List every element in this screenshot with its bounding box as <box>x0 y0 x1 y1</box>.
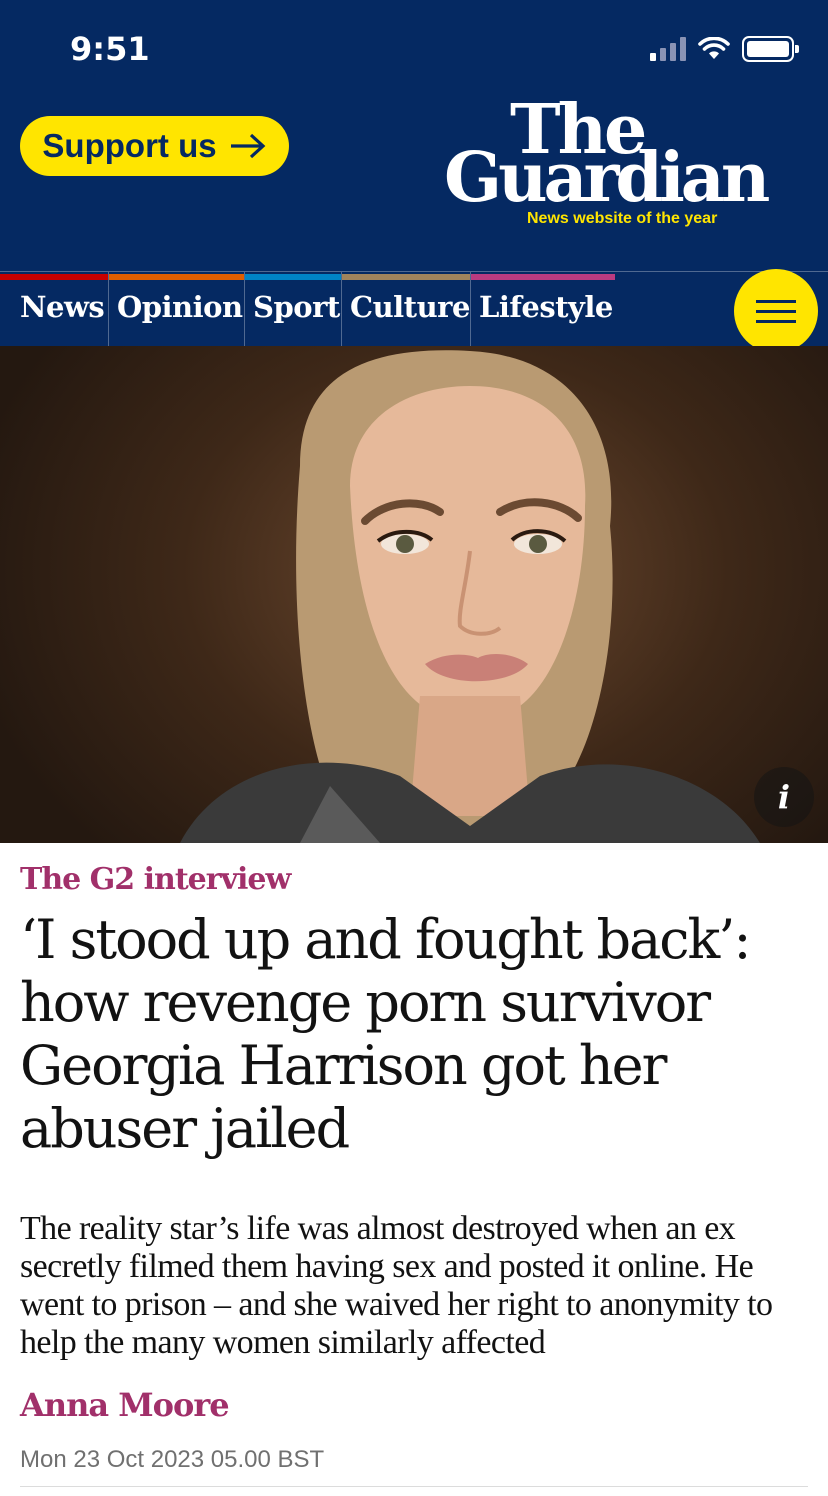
support-us-button[interactable]: Support us <box>20 116 289 176</box>
logo-guardian: Guardian <box>444 138 770 218</box>
guardian-logo[interactable]: The Guardian News website of the year <box>440 96 790 236</box>
publish-date: Mon 23 Oct 2023 05.00 BST <box>20 1446 325 1473</box>
arrow-right-icon <box>230 133 265 159</box>
article-standfirst: The reality star’s life was almost destr… <box>20 1210 773 1361</box>
nav-item-lifestyle[interactable]: Lifestyle <box>471 272 615 347</box>
nav-item-news[interactable]: News <box>0 272 109 347</box>
status-time: 9:51 <box>70 30 150 68</box>
status-icons <box>650 36 799 62</box>
article-headline: ‘I stood up and fought back’: how reveng… <box>20 908 752 1160</box>
author-byline[interactable]: Anna Moore <box>20 1386 230 1424</box>
info-icon[interactable]: i <box>754 767 814 827</box>
battery-icon <box>742 36 799 62</box>
nav-item-opinion[interactable]: Opinion <box>109 272 245 347</box>
article-kicker[interactable]: The G2 interview <box>20 862 291 897</box>
logo-tagline: News website of the year <box>527 210 718 227</box>
wifi-icon <box>698 37 730 59</box>
nav-item-culture[interactable]: Culture <box>342 272 471 347</box>
nav-item-sport[interactable]: Sport <box>245 272 342 347</box>
hero-image[interactable]: i <box>0 346 828 843</box>
divider <box>20 1486 808 1487</box>
hamburger-icon <box>756 299 796 303</box>
support-us-label: Support us <box>42 127 217 164</box>
signal-icon <box>650 37 686 61</box>
portrait-photo <box>180 350 760 843</box>
section-nav: News Opinion Sport Culture Lifestyle <box>0 271 828 347</box>
menu-button[interactable] <box>734 269 818 353</box>
